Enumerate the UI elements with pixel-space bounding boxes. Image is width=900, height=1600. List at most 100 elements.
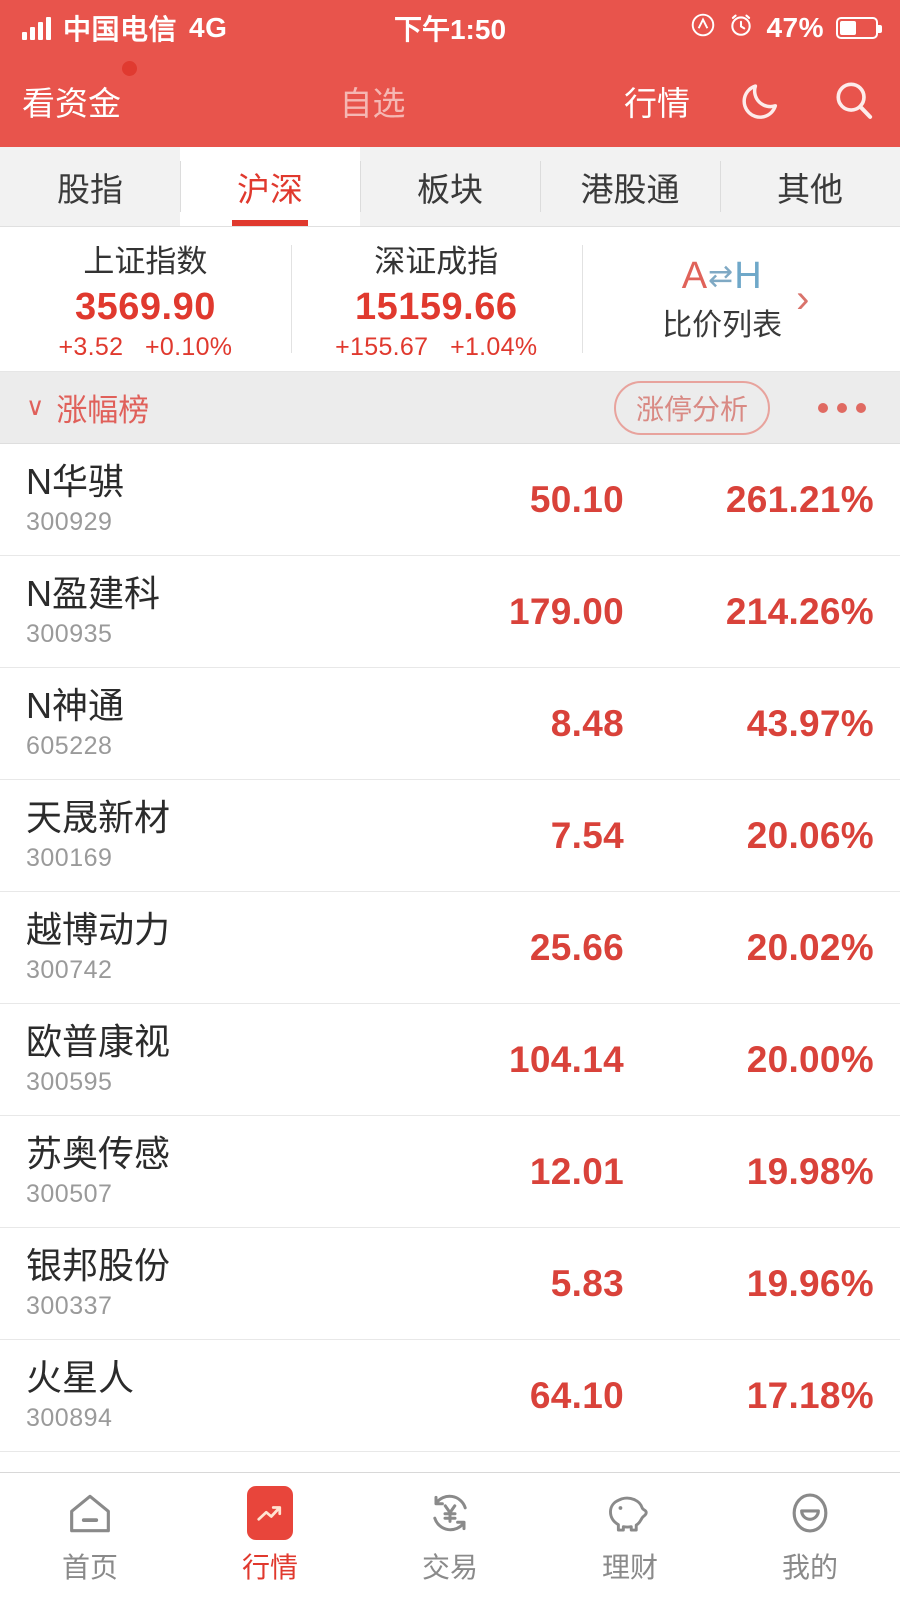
home-icon xyxy=(65,1488,115,1538)
stock-name: N盈建科 xyxy=(26,572,160,614)
ranking-dropdown[interactable]: ∨ 涨幅榜 xyxy=(26,385,149,430)
moon-icon[interactable] xyxy=(736,77,784,125)
stock-price: 25.66 xyxy=(529,926,624,968)
signal-bars-icon xyxy=(22,16,51,40)
stock-change-pct: 19.96% xyxy=(746,1262,874,1304)
ah-compare-label: 比价列表 xyxy=(662,308,783,342)
bottom-nav-trade-label: 交易 xyxy=(421,1551,478,1583)
stock-name-cell: 银邦股份 300337 xyxy=(26,1244,374,1321)
stock-name-cell: N神通 605228 xyxy=(26,684,374,761)
tab-qita[interactable]: 其他 xyxy=(720,147,900,226)
tab-ganggutong[interactable]: 港股通 xyxy=(540,147,720,226)
header-watchlist-tab[interactable]: 自选 xyxy=(340,77,406,125)
table-row[interactable]: 火星人 300894 64.10 17.18% xyxy=(0,1340,900,1452)
category-tab-bar: 股指 沪深 板块 港股通 其他 xyxy=(0,147,900,227)
search-icon[interactable] xyxy=(830,77,878,125)
stock-price: 5.83 xyxy=(550,1262,624,1304)
ranking-title-label: 涨幅榜 xyxy=(56,393,150,428)
header-funds-label: 看资金 xyxy=(22,85,121,122)
table-row[interactable]: N神通 605228 8.48 43.97% xyxy=(0,668,900,780)
ah-swap-arrows: ⇄ xyxy=(708,259,735,293)
stock-name: N神通 xyxy=(26,684,124,726)
table-row[interactable]: 天晟新材 300169 7.54 20.06% xyxy=(0,780,900,892)
stock-code: 300595 xyxy=(26,1068,113,1097)
table-row[interactable]: 苏奥传感 300507 12.01 19.98% xyxy=(0,1116,900,1228)
bottom-nav-trade[interactable]: 交易 xyxy=(360,1488,540,1586)
bottom-nav-home[interactable]: 首页 xyxy=(0,1488,180,1586)
index-value: 15159.66 xyxy=(355,286,518,328)
bottom-nav-finance-label: 理财 xyxy=(601,1551,658,1583)
table-row[interactable]: N盈建科 300935 179.00 214.26% xyxy=(0,556,900,668)
ah-swap-icon: A ⇄ H xyxy=(682,255,763,298)
stock-code: 605228 xyxy=(26,732,113,761)
stock-code: 300169 xyxy=(26,844,113,873)
index-change-pct: +0.10% xyxy=(145,333,233,361)
stock-name: 越博动力 xyxy=(26,908,171,950)
quotes-icon xyxy=(247,1485,293,1540)
index-card-shenzhen[interactable]: 深证成指 15159.66 +155.67 +1.04% xyxy=(290,227,582,371)
carrier-label: 中国电信 xyxy=(63,13,178,45)
bottom-nav-bar: 首页 行情 交易 理财 我的 xyxy=(0,1472,900,1600)
index-change: +3.52 +0.10% xyxy=(59,333,233,362)
chevron-right-icon: › xyxy=(796,277,810,321)
bottom-nav-profile[interactable]: 我的 xyxy=(720,1488,900,1586)
stock-change-pct: 20.06% xyxy=(746,814,874,856)
stock-change-pct: 20.02% xyxy=(746,926,874,968)
tab-bankuai[interactable]: 板块 xyxy=(360,147,540,226)
index-change: +155.67 +1.04% xyxy=(335,333,537,362)
stock-name-cell: 越博动力 300742 xyxy=(26,908,374,985)
stock-name: 银邦股份 xyxy=(26,1244,171,1286)
stock-code: 300337 xyxy=(26,1292,113,1321)
ah-letter-h: H xyxy=(734,254,763,297)
clock-label: 下午1:50 xyxy=(393,13,507,45)
stock-name-cell: 欧普康视 300595 xyxy=(26,1020,374,1097)
stock-name-cell: 苏奥传感 300507 xyxy=(26,1133,374,1209)
stock-name-cell: N盈建科 300935 xyxy=(26,572,374,649)
stock-change-pct: 214.26% xyxy=(725,590,874,632)
stock-change-pct: 20.00% xyxy=(746,1038,874,1080)
bottom-nav-finance[interactable]: 理财 xyxy=(540,1488,720,1586)
stock-list[interactable]: N华骐 300929 50.10 261.21% N盈建科 300935 179… xyxy=(0,444,900,1472)
stock-price: 64.10 xyxy=(529,1374,624,1416)
more-dots-icon[interactable] xyxy=(818,402,866,413)
index-name: 深证成指 xyxy=(374,244,499,279)
table-row[interactable]: N华骐 300929 50.10 261.21% xyxy=(0,444,900,556)
header-quotes-tab[interactable]: 行情 xyxy=(624,77,690,125)
header-icon-group xyxy=(736,77,878,125)
alarm-icon xyxy=(728,12,754,43)
index-change-pct: +1.04% xyxy=(450,333,538,361)
index-name: 上证指数 xyxy=(83,244,208,279)
stock-change-pct: 17.18% xyxy=(746,1374,874,1416)
tab-guzhi[interactable]: 股指 xyxy=(0,147,180,226)
stock-price: 104.14 xyxy=(509,1038,624,1080)
stock-price: 7.54 xyxy=(550,814,624,856)
table-row[interactable]: 银邦股份 300337 5.83 19.96% xyxy=(0,1228,900,1340)
index-card-shanghai[interactable]: 上证指数 3569.90 +3.52 +0.10% xyxy=(0,227,291,371)
table-row[interactable]: 欧普康视 300595 104.14 20.00% xyxy=(0,1004,900,1116)
ah-compare-inner: A ⇄ H 比价列表 xyxy=(662,255,782,344)
stock-price: 179.00 xyxy=(509,590,624,632)
index-value: 3569.90 xyxy=(74,286,216,328)
stock-name-cell: N华骐 300929 xyxy=(26,460,374,537)
piggy-bank-icon xyxy=(603,1488,657,1538)
bottom-nav-quotes[interactable]: 行情 xyxy=(180,1485,360,1586)
battery-icon xyxy=(836,16,882,39)
chevron-down-icon: ∨ xyxy=(26,393,45,421)
bottom-nav-quotes-label: 行情 xyxy=(241,1551,298,1583)
stock-code: 300935 xyxy=(26,620,113,649)
status-bar: 中国电信 4G 下午1:50 47% xyxy=(0,0,900,55)
stock-change-pct: 43.97% xyxy=(746,702,874,744)
location-icon xyxy=(690,12,716,43)
bottom-nav-home-label: 首页 xyxy=(61,1551,118,1583)
limit-up-analysis-button[interactable]: 涨停分析 xyxy=(613,380,770,435)
index-summary-row: 上证指数 3569.90 +3.52 +0.10% 深证成指 15159.66 … xyxy=(0,227,900,372)
ah-compare-card[interactable]: A ⇄ H 比价列表 › xyxy=(581,227,900,371)
stock-name: N华骐 xyxy=(26,460,124,502)
header-funds-tab[interactable]: 看资金 xyxy=(22,61,137,125)
tab-hushen[interactable]: 沪深 xyxy=(180,147,360,226)
stock-code: 300507 xyxy=(26,1180,113,1209)
bottom-nav-profile-label: 我的 xyxy=(781,1551,838,1583)
table-row[interactable]: 越博动力 300742 25.66 20.02% xyxy=(0,892,900,1004)
stock-name: 欧普康视 xyxy=(26,1020,171,1062)
stock-change-pct: 19.98% xyxy=(746,1150,874,1192)
